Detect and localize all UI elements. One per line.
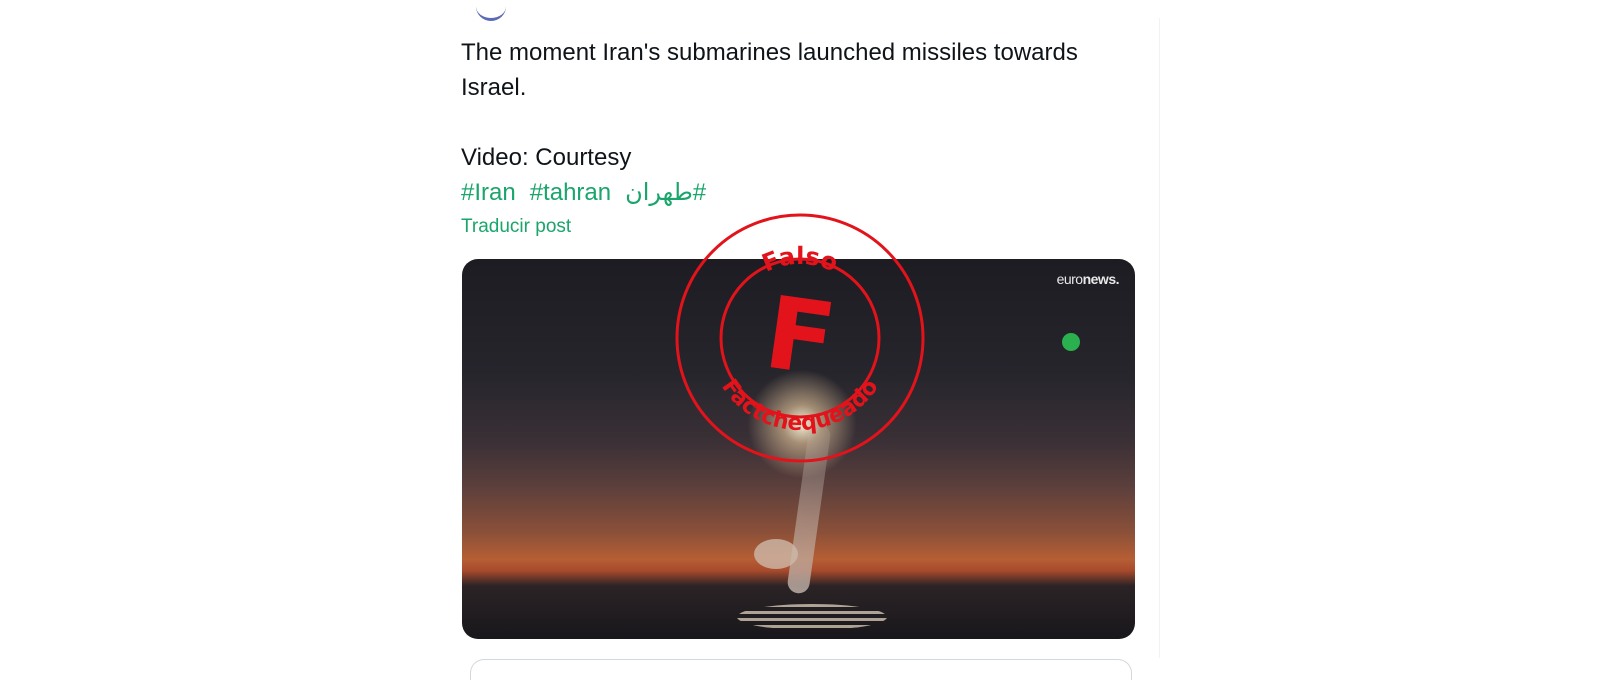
stamp-top-text: Falso (758, 242, 842, 277)
hashtag-link[interactable]: #tahran (530, 179, 611, 206)
post-text-line: Video: Courtesy (461, 144, 632, 171)
stamp-graphic: Falso F Factchequeado (675, 213, 925, 463)
hashtag-list: #Iran #tahran #طهران (461, 175, 1151, 211)
stamp-letter: F (758, 274, 842, 399)
smoke-cloud (754, 539, 798, 569)
euronews-watermark: euronews. (1056, 271, 1120, 287)
hashtag-link[interactable]: #طهران (625, 179, 706, 206)
avatar[interactable] (476, 0, 506, 21)
post-text-line: Israel. (461, 74, 527, 101)
status-dot (1062, 333, 1080, 351)
timeline-column-border (1159, 18, 1160, 658)
hashtag-link[interactable]: #Iran (461, 179, 516, 206)
post-body: The moment Iran's submarines launched mi… (461, 35, 1151, 239)
water-reflection (737, 604, 887, 630)
next-card-edge (470, 659, 1132, 680)
false-stamp: Falso F Factchequeado (673, 211, 927, 465)
post-text-line: The moment Iran's submarines launched mi… (461, 39, 1078, 66)
